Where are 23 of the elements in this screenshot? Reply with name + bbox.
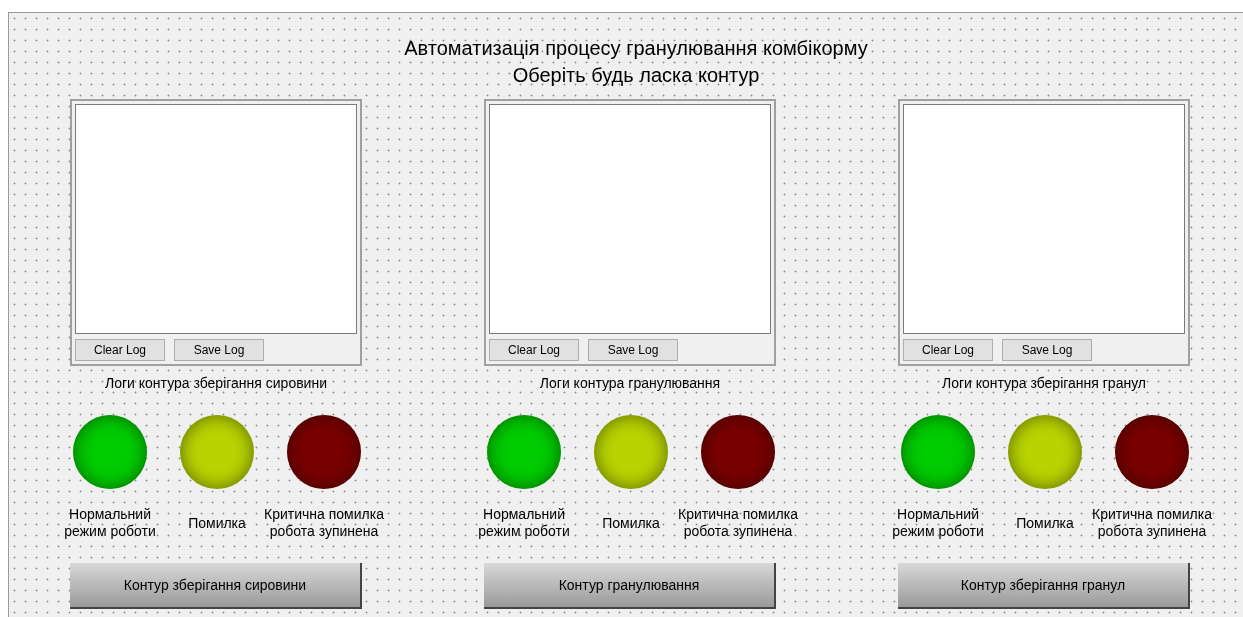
log-button[interactable]: Clear Log: [489, 339, 579, 361]
log-text-area[interactable]: [903, 104, 1185, 334]
lamp-label: Критична помилка робота зупинена: [264, 505, 384, 541]
form-title: Оберіть будь ласка контур: [512, 63, 760, 88]
log-button[interactable]: Save Log: [588, 339, 678, 361]
circuit-button[interactable]: Контур зберігання гранул: [898, 563, 1190, 609]
lamp-label: Нормальний режим роботи: [63, 505, 157, 541]
log-caption: Логи контура зберігання гранул: [940, 375, 1148, 393]
lamp-label: Критична помилка робота зупинена: [1092, 505, 1212, 541]
log-button[interactable]: Save Log: [1002, 339, 1092, 361]
lamp-label: Нормальний режим роботи: [477, 505, 571, 541]
lamp-label: Нормальний режим роботи: [891, 505, 985, 541]
circuit-button[interactable]: Контур гранулювання: [484, 563, 776, 609]
form-title: Автоматизація процесу гранулювання комбікорму: [404, 36, 868, 61]
log-caption: Логи контура гранулювання: [538, 375, 722, 393]
log-text-area[interactable]: [489, 104, 771, 334]
log-caption: Логи контура зберігання сировини: [104, 375, 328, 393]
log-button[interactable]: Clear Log: [75, 339, 165, 361]
lamp-label: Критична помилка робота зупинена: [678, 505, 798, 541]
circuit-button[interactable]: Контур зберігання сировини: [70, 563, 362, 609]
log-text-area[interactable]: [75, 104, 357, 334]
log-button[interactable]: Save Log: [174, 339, 264, 361]
log-button[interactable]: Clear Log: [903, 339, 993, 361]
